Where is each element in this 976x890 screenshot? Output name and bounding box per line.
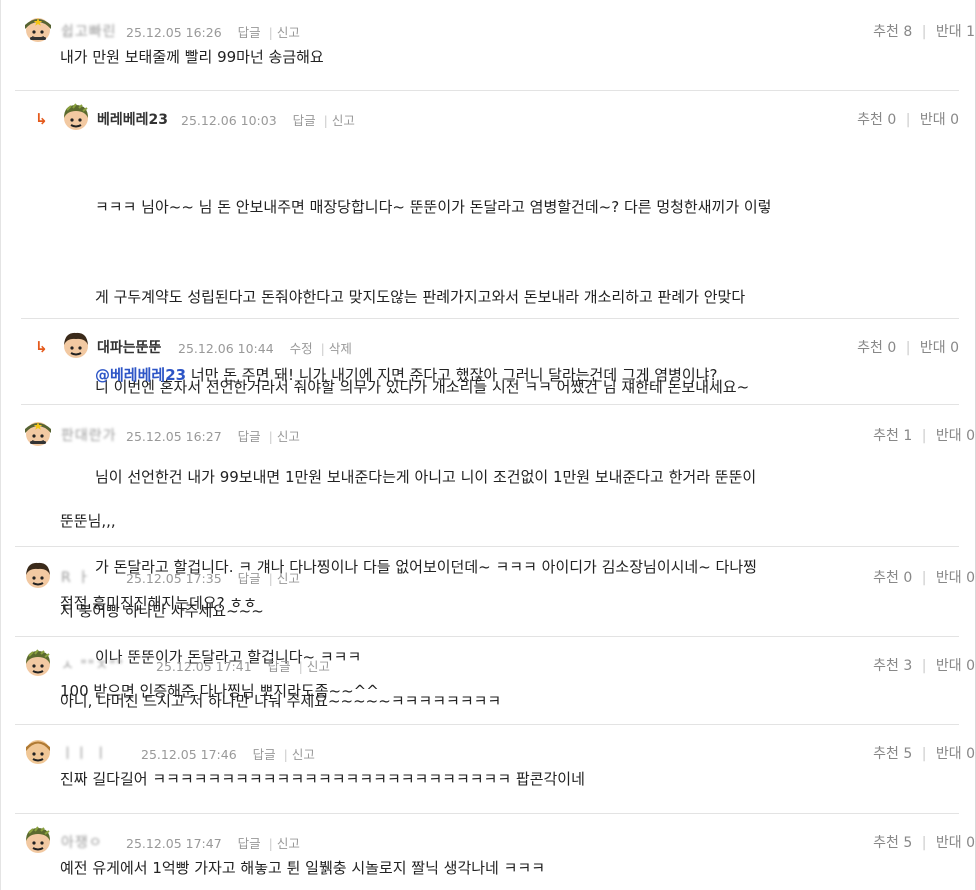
report-link[interactable]: 신고 — [277, 833, 300, 852]
upvote-button[interactable]: 추천 8 — [873, 24, 912, 40]
comment-date: 25.12.06 10:03 — [181, 113, 277, 128]
report-link[interactable]: 신고 — [277, 426, 300, 445]
upvote-button[interactable]: 추천 1 — [873, 428, 912, 444]
report-link[interactable]: 신고 — [292, 744, 315, 763]
comment-meta: 25.12.06 10:44 수정 | 삭제 — [178, 338, 352, 357]
upvote-button[interactable]: 추천 0 — [857, 112, 896, 128]
avatar[interactable] — [23, 14, 53, 44]
downvote-count: 0 — [966, 570, 975, 586]
comment-date: 25.12.05 17:47 — [126, 836, 222, 851]
upvote-count: 0 — [887, 340, 897, 356]
vote-box: 추천 1 | 반대 0 — [873, 428, 975, 444]
reply-link[interactable]: 답글 — [238, 568, 261, 587]
comment: 아쟁ㅇ 25.12.05 17:47 답글 | 신고 추천 5 | 반대 0 예전… — [1, 825, 975, 883]
upvote-count: 5 — [903, 835, 913, 851]
downvote-button[interactable]: 반대 0 — [936, 428, 975, 444]
comment-meta: 25.12.05 17:41 답글 | 신고 — [156, 656, 330, 675]
upvote-button[interactable]: 추천 0 — [857, 340, 896, 356]
avatar[interactable] — [23, 560, 53, 590]
downvote-button[interactable]: 반대 0 — [936, 835, 975, 851]
downvote-button[interactable]: 반대 0 — [936, 746, 975, 762]
reply-link[interactable]: 답글 — [268, 656, 291, 675]
downvote-count: 1 — [966, 24, 975, 40]
upvote-count: 3 — [903, 658, 913, 674]
upvote-button[interactable]: 추천 5 — [873, 835, 912, 851]
upvote-count: 0 — [887, 112, 897, 128]
upvote-count: 5 — [903, 746, 913, 762]
comment-date: 25.12.05 16:27 — [126, 429, 222, 444]
avatar[interactable] — [23, 736, 53, 766]
comment: R ㅏ 25.12.05 17:35 답글 | 신고 추천 0 | 반대 0 점점… — [1, 560, 975, 618]
reply-link[interactable]: 답글 — [293, 110, 316, 129]
comment-meta: 25.12.06 10:03 답글 | 신고 — [181, 110, 355, 129]
vote-box: 추천 8 | 반대 1 — [873, 24, 975, 40]
downvote-button[interactable]: 반대 0 — [920, 340, 959, 356]
downvote-button[interactable]: 반대 0 — [920, 112, 959, 128]
vote-box: 추천 0 | 반대 0 — [873, 570, 975, 586]
avatar[interactable] — [23, 825, 53, 855]
reply-link[interactable]: 답글 — [238, 22, 261, 41]
vote-box: 추천 3 | 반대 0 — [873, 658, 975, 674]
comment-list: 쉽고빠린 25.12.05 16:26 답글 | 신고 추천 8 | 반대 1 내… — [0, 0, 976, 890]
report-link[interactable]: 신고 — [332, 110, 355, 129]
comment-meta: 25.12.05 17:35 답글 | 신고 — [126, 568, 300, 587]
delete-link[interactable]: 삭제 — [329, 338, 352, 357]
downvote-button[interactable]: 반대 1 — [936, 24, 975, 40]
vote-box: 추천 0 | 반대 0 — [857, 112, 959, 128]
comment-date: 25.12.05 17:46 — [141, 747, 237, 762]
nickname[interactable]: 쉽고빠린 — [61, 21, 117, 41]
reply-link[interactable]: 답글 — [253, 744, 276, 763]
upvote-button[interactable]: 추천 0 — [873, 570, 912, 586]
downvote-count: 0 — [950, 112, 959, 128]
avatar[interactable] — [61, 330, 91, 360]
avatar[interactable] — [23, 418, 53, 448]
downvote-count: 0 — [966, 658, 975, 674]
downvote-count: 0 — [966, 428, 975, 444]
downvote-count: 0 — [950, 340, 959, 356]
comment-date: 25.12.05 17:41 — [156, 659, 252, 674]
comment: ㅣㅣ ㅣ 25.12.05 17:46 답글 | 신고 추천 5 | 반대 0 진… — [1, 736, 975, 794]
comment-meta: 25.12.05 16:26 답글 | 신고 — [126, 22, 300, 41]
nickname[interactable]: ㅅ ""ㅈ"" — [61, 655, 124, 675]
reply-arrow-icon: ↳ — [35, 338, 48, 356]
upvote-button[interactable]: 추천 5 — [873, 746, 912, 762]
avatar[interactable] — [23, 648, 53, 678]
vote-box: 추천 5 | 반대 0 — [873, 746, 975, 762]
downvote-button[interactable]: 반대 0 — [936, 658, 975, 674]
upvote-button[interactable]: 추천 3 — [873, 658, 912, 674]
report-link[interactable]: 신고 — [277, 568, 300, 587]
comment-meta: 25.12.05 17:46 답글 | 신고 — [141, 744, 315, 763]
reply-link[interactable]: 답글 — [238, 833, 261, 852]
downvote-count: 0 — [966, 746, 975, 762]
edit-link[interactable]: 수정 — [290, 338, 313, 357]
downvote-count: 0 — [966, 835, 975, 851]
upvote-count: 0 — [903, 570, 913, 586]
comment: ㅅ ""ㅈ"" 25.12.05 17:41 답글 | 신고 추천 3 | 반대 … — [1, 648, 975, 706]
report-link[interactable]: 신고 — [307, 656, 330, 675]
nickname[interactable]: 대파는뚠뚠 — [97, 337, 161, 357]
comment-date: 25.12.05 17:35 — [126, 571, 222, 586]
comment: 쉽고빠린 25.12.05 16:26 답글 | 신고 추천 8 | 반대 1 내… — [1, 14, 975, 72]
comment-date: 25.12.05 16:26 — [126, 25, 222, 40]
avatar[interactable] — [61, 102, 91, 132]
comment-meta: 25.12.05 17:47 답글 | 신고 — [126, 833, 300, 852]
report-link[interactable]: 신고 — [277, 22, 300, 41]
upvote-count: 1 — [903, 428, 913, 444]
nickname[interactable]: 아쟁ㅇ — [61, 832, 103, 852]
nickname[interactable]: ㅣㅣ ㅣ — [61, 743, 108, 763]
comment-text: @베레베레23 너만 돈 주면 돼! 니가 내기에 지면 준다고 했잖아 그러니… — [95, 366, 718, 384]
nickname[interactable]: 판대란가 — [61, 425, 117, 445]
upvote-count: 8 — [903, 24, 913, 40]
nickname[interactable]: R ㅏ — [61, 567, 91, 587]
reply-link[interactable]: 답글 — [238, 426, 261, 445]
comment-meta: 25.12.05 16:27 답글 | 신고 — [126, 426, 300, 445]
downvote-button[interactable]: 반대 0 — [936, 570, 975, 586]
reply-comment: ↳ 대파는뚠뚠 25.12.06 10:44 수정 | 삭제 추천 0 | 반대 … — [21, 330, 959, 390]
vote-box: 추천 5 | 반대 0 — [873, 835, 975, 851]
nickname[interactable]: 베레베레23 — [97, 109, 168, 129]
comment-date: 25.12.06 10:44 — [178, 341, 274, 356]
mention-link[interactable]: @베레베레23 — [95, 366, 186, 384]
vote-box: 추천 0 | 반대 0 — [857, 340, 959, 356]
reply-arrow-icon: ↳ — [35, 110, 48, 128]
